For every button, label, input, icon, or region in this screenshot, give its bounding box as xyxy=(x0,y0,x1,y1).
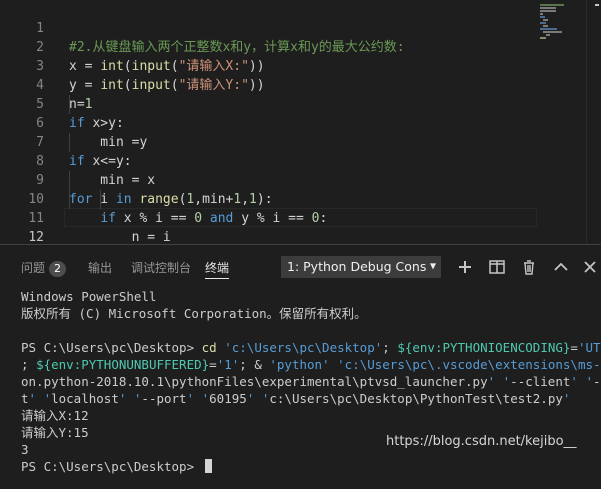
bottom-panel: 问题 2 输出 调试控制台 终端 1: Python Debug Conso ▼ … xyxy=(0,244,601,489)
terminal-line: 请输入X:12 xyxy=(21,408,89,423)
tab-problems[interactable]: 问题 2 xyxy=(21,259,67,279)
terminal-output[interactable]: Windows PowerShell 版权所有 (C) Microsoft Co… xyxy=(0,289,601,489)
code-line: 4 n=1 xyxy=(0,57,601,112)
terminal-line: on.python-2018.10.1\pythonFiles\experime… xyxy=(21,374,601,389)
minimap-line xyxy=(540,4,564,6)
close-icon[interactable] xyxy=(580,257,600,277)
minimap-line xyxy=(543,25,548,27)
code-line: 7 if x<=y: xyxy=(0,114,601,169)
code-line: 10 if x % i == 0 and y % i == 0: xyxy=(0,171,601,226)
minimap-line xyxy=(540,28,557,30)
terminal-line: 版权所有 (C) Microsoft Corporation。保留所有权利。 xyxy=(21,306,367,321)
terminal-select[interactable]: 1: Python Debug Conso xyxy=(281,256,441,278)
trash-icon[interactable] xyxy=(519,257,539,277)
code-text: n = i xyxy=(69,230,171,244)
chevron-down-icon[interactable]: ▼ xyxy=(426,256,440,278)
minimap-line xyxy=(546,34,550,36)
problems-count-badge: 2 xyxy=(49,261,67,277)
code-line: 1 #2.从键盘输入两个正整数x和y，计算x和y的最大公约数: xyxy=(0,0,601,55)
tab-terminal[interactable]: 终端 xyxy=(205,259,230,279)
minimap[interactable] xyxy=(538,0,586,244)
code-line: 3 y = int(input("请输入Y:")) xyxy=(0,38,601,93)
chevron-up-icon[interactable] xyxy=(551,257,571,277)
terminal-line: Windows PowerShell xyxy=(21,289,157,304)
prompt-text: PS C:\Users\pc\Desktop> xyxy=(21,459,202,474)
minimap-line xyxy=(543,31,562,33)
line-number: 12 xyxy=(28,230,44,244)
tab-label: 输出 xyxy=(88,261,113,275)
code-line: 11 n = i xyxy=(0,190,601,244)
editor-scrollbar[interactable] xyxy=(586,0,601,244)
minimap-line xyxy=(540,22,546,24)
watermark: https://blog.csdn.net/kejibo__ xyxy=(386,434,577,449)
split-icon[interactable] xyxy=(487,257,507,277)
code-line-active: 12 print(n) xyxy=(0,209,601,244)
terminal-prompt: PS C:\Users\pc\Desktop> xyxy=(21,459,212,476)
minimap-line xyxy=(543,19,548,21)
code-line: 8 min = x xyxy=(0,133,601,188)
tab-debug-console[interactable]: 调试控制台 xyxy=(131,259,191,279)
code-line: 5 if x>y: xyxy=(0,76,601,131)
tab-label: 终端 xyxy=(205,261,230,275)
overview-cursor-marker xyxy=(595,4,599,6)
panel-tab-bar: 问题 2 输出 调试控制台 终端 1: Python Debug Conso ▼ xyxy=(0,245,601,291)
tab-label: 调试控制台 xyxy=(131,261,192,275)
minimap-line xyxy=(540,37,546,39)
minimap-line xyxy=(540,13,543,15)
code-line: 6 min =y xyxy=(0,95,601,150)
terminal-line: 请输入Y:15 xyxy=(21,425,89,440)
code-editor[interactable]: 1 #2.从键盘输入两个正整数x和y，计算x和y的最大公约数: 2 x = in… xyxy=(0,0,601,244)
terminal-cursor xyxy=(204,459,212,473)
terminal-select-value: 1: Python Debug Conso xyxy=(287,259,434,274)
code-line: 2 x = int(input("请输入X:")) xyxy=(0,19,601,74)
terminal-line: 3 xyxy=(21,442,29,457)
code-line: 9 for i in range(1,min+1,1): xyxy=(0,152,601,207)
minimap-line xyxy=(540,10,556,12)
terminal-line: t' 'localhost' '--port' '60195' 'c:\User… xyxy=(21,391,571,406)
tab-label: 问题 xyxy=(21,261,46,275)
terminal-line: ; ${env:PYTHONUNBUFFERED}='1'; & 'python… xyxy=(21,357,601,372)
plus-icon[interactable] xyxy=(455,257,475,277)
tab-output[interactable]: 输出 xyxy=(88,259,112,279)
minimap-line xyxy=(540,16,545,18)
minimap-line xyxy=(540,7,556,9)
terminal-line: PS C:\Users\pc\Desktop> cd 'c:\Users\pc\… xyxy=(21,340,601,355)
